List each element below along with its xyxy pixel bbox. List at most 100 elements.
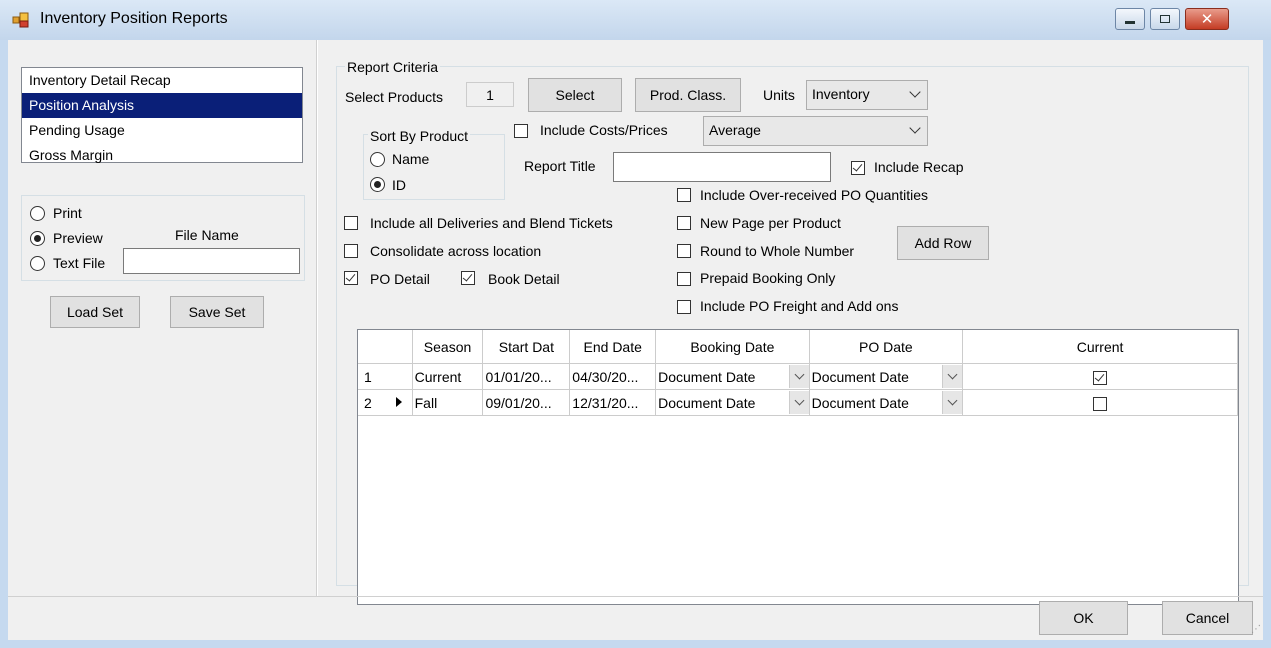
include-all-deliveries-label: Include all Deliveries and Blend Tickets bbox=[370, 215, 613, 231]
title-bar[interactable]: Inventory Position Reports ✕ bbox=[0, 0, 1271, 40]
chevron-down-icon bbox=[909, 122, 921, 134]
include-costs-checkbox[interactable] bbox=[514, 124, 528, 138]
current-cell bbox=[962, 363, 1238, 390]
maximize-button[interactable] bbox=[1150, 8, 1180, 30]
include-recap-label: Include Recap bbox=[874, 159, 964, 175]
book-detail-checkbox[interactable] bbox=[461, 271, 475, 285]
select-button[interactable]: Select bbox=[528, 78, 622, 112]
units-value: Inventory bbox=[812, 86, 870, 102]
resize-grip-icon[interactable]: ⋰ bbox=[1251, 624, 1261, 635]
select-products-label: Select Products bbox=[345, 89, 444, 105]
po-date-cell[interactable]: Document Date bbox=[809, 389, 964, 416]
include-recap-checkbox[interactable] bbox=[851, 161, 865, 175]
chevron-down-icon bbox=[909, 86, 921, 98]
booking-date-cell[interactable]: Document Date bbox=[655, 363, 810, 390]
dialog-client: Inventory Detail Recap Position Analysis P… bbox=[8, 40, 1263, 640]
seasons-table: Season Start Dat End Date Booking Date P… bbox=[358, 330, 1238, 416]
chevron-down-icon[interactable] bbox=[788, 365, 809, 388]
prepaid-booking-label: Prepaid Booking Only bbox=[700, 270, 836, 286]
column-header-season[interactable]: Season bbox=[412, 330, 484, 364]
window: Inventory Position Reports ✕ Inventory D… bbox=[0, 0, 1271, 648]
column-header-po-date[interactable]: PO Date bbox=[809, 330, 964, 364]
row-number: 2 bbox=[364, 394, 372, 411]
booking-date-value: Document Date bbox=[658, 368, 756, 385]
round-label: Round to Whole Number bbox=[700, 243, 855, 259]
end-date-cell[interactable]: 12/31/20... bbox=[569, 389, 657, 416]
sort-name-label: Name bbox=[392, 151, 430, 167]
current-row-icon bbox=[396, 397, 402, 407]
save-set-button[interactable]: Save Set bbox=[170, 296, 264, 328]
print-label: Print bbox=[53, 205, 82, 221]
current-checkbox[interactable] bbox=[1093, 396, 1108, 411]
units-label: Units bbox=[763, 87, 795, 103]
load-set-button[interactable]: Load Set bbox=[50, 296, 140, 328]
po-freight-checkbox[interactable] bbox=[677, 300, 691, 314]
report-list-item[interactable]: Pending Usage bbox=[22, 118, 302, 143]
chevron-down-icon[interactable] bbox=[942, 365, 962, 388]
cost-method-value: Average bbox=[709, 122, 761, 138]
file-name-input[interactable] bbox=[123, 248, 300, 274]
cancel-button[interactable]: Cancel bbox=[1162, 601, 1253, 635]
report-list-item[interactable]: Gross Margin bbox=[22, 143, 302, 168]
column-header-end-date[interactable]: End Date bbox=[569, 330, 657, 364]
seasons-grid[interactable]: Season Start Dat End Date Booking Date P… bbox=[357, 329, 1239, 605]
chevron-down-icon[interactable] bbox=[788, 391, 809, 414]
table-row[interactable]: 1 Current 01/01/20... 04/30/20... Document D… bbox=[358, 363, 1238, 390]
table-row[interactable]: 2 Fall 09/01/20... 12/31/20... Document Date… bbox=[358, 389, 1238, 416]
window-title: Inventory Position Reports bbox=[40, 10, 228, 27]
report-list-item[interactable]: Position Analysis bbox=[22, 93, 302, 118]
sort-name-radio[interactable] bbox=[370, 152, 385, 167]
include-all-deliveries-checkbox[interactable] bbox=[344, 216, 358, 230]
report-title-label: Report Title bbox=[524, 158, 596, 174]
season-cell[interactable]: Current bbox=[412, 363, 484, 390]
select-products-count: 1 bbox=[466, 82, 514, 107]
book-detail-label: Book Detail bbox=[488, 271, 560, 287]
add-row-button[interactable]: Add Row bbox=[897, 226, 989, 260]
report-title-input[interactable] bbox=[613, 152, 831, 182]
report-list-item[interactable]: Inventory Detail Recap bbox=[22, 68, 302, 93]
booking-date-cell[interactable]: Document Date bbox=[655, 389, 810, 416]
sort-by-label: Sort By Product bbox=[368, 128, 471, 144]
row-header[interactable]: 1 bbox=[358, 363, 413, 390]
units-select[interactable]: Inventory bbox=[806, 80, 928, 110]
chevron-down-icon[interactable] bbox=[942, 391, 962, 414]
preview-label: Preview bbox=[53, 230, 103, 246]
po-detail-checkbox[interactable] bbox=[344, 271, 358, 285]
include-costs-label: Include Costs/Prices bbox=[540, 122, 668, 138]
text-file-radio[interactable] bbox=[30, 256, 45, 271]
current-checkbox[interactable] bbox=[1093, 370, 1108, 385]
pane-splitter[interactable] bbox=[316, 40, 318, 596]
current-cell bbox=[962, 389, 1238, 416]
new-page-checkbox[interactable] bbox=[677, 216, 691, 230]
start-date-cell[interactable]: 09/01/20... bbox=[482, 389, 571, 416]
grid-header-row: Season Start Dat End Date Booking Date P… bbox=[358, 330, 1238, 364]
cost-method-select[interactable]: Average bbox=[703, 116, 928, 146]
consolidate-checkbox[interactable] bbox=[344, 244, 358, 258]
minimize-button[interactable] bbox=[1115, 8, 1145, 30]
print-radio[interactable] bbox=[30, 206, 45, 221]
report-type-list[interactable]: Inventory Detail Recap Position Analysis P… bbox=[21, 67, 303, 163]
new-page-label: New Page per Product bbox=[700, 215, 841, 231]
ok-button[interactable]: OK bbox=[1039, 601, 1128, 635]
season-cell[interactable]: Fall bbox=[412, 389, 484, 416]
prod-class-button[interactable]: Prod. Class. bbox=[635, 78, 741, 112]
prepaid-booking-checkbox[interactable] bbox=[677, 272, 691, 286]
end-date-cell[interactable]: 04/30/20... bbox=[569, 363, 657, 390]
consolidate-label: Consolidate across location bbox=[370, 243, 542, 259]
row-header[interactable]: 2 bbox=[358, 389, 413, 416]
po-date-cell[interactable]: Document Date bbox=[809, 363, 964, 390]
close-button[interactable]: ✕ bbox=[1185, 8, 1229, 30]
preview-radio[interactable] bbox=[30, 231, 45, 246]
minimize-icon bbox=[1125, 20, 1135, 24]
column-header-start-date[interactable]: Start Dat bbox=[482, 330, 571, 364]
round-checkbox[interactable] bbox=[677, 244, 691, 258]
column-header-booking-date[interactable]: Booking Date bbox=[655, 330, 810, 364]
start-date-cell[interactable]: 01/01/20... bbox=[482, 363, 571, 390]
booking-date-value: Document Date bbox=[658, 394, 756, 411]
po-detail-label: PO Detail bbox=[370, 271, 430, 287]
column-header-current[interactable]: Current bbox=[962, 330, 1238, 364]
restore-icon bbox=[1160, 15, 1170, 23]
sort-id-radio[interactable] bbox=[370, 177, 385, 192]
include-over-received-checkbox[interactable] bbox=[677, 188, 691, 202]
bottom-divider bbox=[8, 596, 1263, 597]
